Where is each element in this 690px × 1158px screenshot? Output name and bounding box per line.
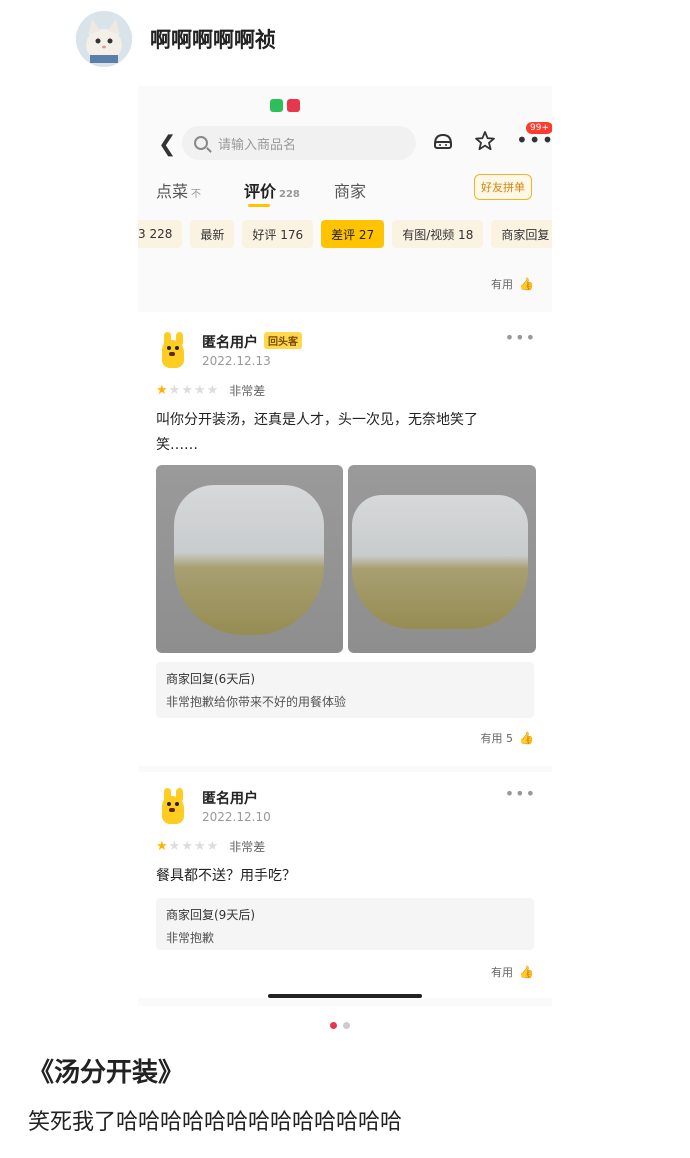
merchant-reply-title: 商家回复(6天后)	[166, 672, 255, 686]
tab-order[interactable]: 点菜不	[156, 178, 201, 202]
star-icon: ★	[193, 383, 206, 398]
notification-badge: 99+	[526, 122, 552, 134]
useful-button[interactable]: 有用 👍	[491, 964, 534, 980]
star-icon: ★	[156, 839, 168, 854]
kangaroo-avatar-icon	[156, 332, 190, 370]
review-card: 匿名用户 回头客 2022.12.13 ••• ★ ★ ★ ★ ★ 非常差 叫你分…	[138, 312, 552, 766]
rating-label: 非常差	[229, 384, 266, 398]
useful-label: 有用 5	[480, 732, 514, 745]
filter-all[interactable]: 3 228	[138, 220, 183, 248]
merchant-reply: 商家回复(9天后) 非常抱歉	[156, 898, 534, 950]
search-placeholder: 请输入商品名	[218, 137, 297, 153]
merchant-reply-title: 商家回复(9天后)	[166, 908, 255, 922]
star-icon: ★	[193, 839, 206, 854]
useful-label: 有用	[491, 966, 514, 979]
image-pagination	[330, 1022, 350, 1029]
star-icon: ★	[181, 839, 193, 854]
prev-useful-label: 有用	[491, 278, 514, 291]
search-input[interactable]: 请输入商品名	[182, 126, 416, 160]
review-date: 2022.12.10	[202, 810, 271, 824]
tab-order-label: 点菜	[156, 182, 189, 201]
back-icon[interactable]: ❮	[158, 132, 176, 157]
kangaroo-avatar-icon	[156, 788, 190, 826]
author-name[interactable]: 啊啊啊啊啊祯	[150, 24, 276, 54]
wechat-icon	[270, 99, 283, 112]
status-icons	[270, 99, 300, 112]
tab-merchant-label: 商家	[334, 182, 367, 201]
filter-with-photos[interactable]: 有图/视频 18	[392, 220, 484, 248]
thumbs-up-icon: 👍	[519, 965, 534, 979]
star-icon: ★	[206, 839, 219, 854]
review-more-icon[interactable]: •••	[505, 328, 536, 347]
star-icon: ★	[168, 839, 181, 854]
favorite-star-icon[interactable]	[474, 130, 496, 157]
review-date: 2022.12.13	[202, 354, 271, 368]
merchant-reply: 商家回复(6天后) 非常抱歉给你带来不好的用餐体验	[156, 662, 534, 718]
home-indicator	[268, 994, 422, 998]
post-header: 啊啊啊啊啊祯	[76, 10, 276, 68]
review-photo[interactable]	[156, 465, 343, 653]
review-card: 匿名用户 2022.12.10 ••• ★ ★ ★ ★ ★ 非常差 餐具都不送？…	[138, 772, 552, 998]
review-username[interactable]: 匿名用户	[202, 788, 258, 808]
useful-button[interactable]: 有用 5 👍	[481, 730, 534, 746]
review-username[interactable]: 匿名用户 回头客	[202, 332, 302, 352]
tab-reviews-count: 228	[279, 189, 300, 200]
app-notification-icon	[287, 99, 300, 112]
filter-merchant-reply[interactable]: 商家回复 2	[491, 220, 552, 248]
search-row: ❮ 请输入商品名 ••• 99+	[138, 122, 552, 164]
filter-positive[interactable]: 好评 176	[242, 220, 314, 248]
review-text-line: 笑……	[156, 437, 198, 453]
review-text: 叫你分开装汤，还真是人才，头一次见，无奈地笑了 笑……	[156, 408, 526, 458]
tab-order-sub: 不	[191, 189, 202, 200]
thumbs-up-icon: 👍	[519, 731, 534, 745]
app-screenshot: ❮ 请输入商品名 ••• 99+ 点菜不 评价 228 商家 好友拼单 3 228…	[138, 86, 552, 1006]
cat-avatar-icon	[76, 11, 132, 67]
thumbs-up-icon: 👍	[519, 277, 534, 291]
tab-reviews[interactable]: 评价 228	[244, 178, 300, 202]
active-tab-indicator	[248, 204, 270, 207]
review-username-text: 匿名用户	[202, 335, 258, 351]
customer-service-icon[interactable]	[432, 130, 454, 157]
page-dot[interactable]	[343, 1022, 350, 1029]
page-dot-active[interactable]	[330, 1022, 337, 1029]
search-icon	[194, 136, 208, 150]
returning-customer-badge: 回头客	[264, 332, 302, 349]
rating-label: 非常差	[229, 840, 266, 854]
review-photo[interactable]	[348, 465, 536, 653]
soup-bag-image	[174, 485, 324, 635]
star-icon: ★	[181, 383, 193, 398]
star-icon: ★	[168, 383, 181, 398]
star-rating: ★ ★ ★ ★ ★ 非常差	[156, 838, 265, 855]
star-rating: ★ ★ ★ ★ ★ 非常差	[156, 382, 265, 399]
author-avatar[interactable]	[76, 11, 132, 67]
review-text: 餐具都不送？用手吃？	[156, 868, 296, 884]
tab-merchant[interactable]: 商家	[334, 178, 366, 202]
merchant-reply-body: 非常抱歉给你带来不好的用餐体验	[166, 695, 347, 709]
prev-useful-button[interactable]: 有用 👍	[491, 276, 534, 292]
post-body: 笑死我了哈哈哈哈哈哈哈哈哈哈哈哈哈	[28, 1110, 403, 1135]
filter-negative[interactable]: 差评 27	[321, 220, 385, 248]
filter-latest[interactable]: 最新	[190, 220, 235, 248]
post-title: 《汤分开装》	[28, 1058, 185, 1088]
review-more-icon[interactable]: •••	[505, 784, 536, 803]
review-text-line: 叫你分开装汤，还真是人才，头一次见，无奈地笑了	[156, 412, 478, 428]
star-icon: ★	[206, 383, 219, 398]
star-icon: ★	[156, 383, 168, 398]
merchant-reply-body: 非常抱歉	[166, 931, 215, 945]
group-order-button[interactable]: 好友拼单	[474, 174, 532, 200]
tab-reviews-label: 评价	[244, 182, 277, 201]
soup-bag-image	[352, 495, 528, 629]
review-filter-bar: 3 228 最新 好评 176 差评 27 有图/视频 18 商家回复 2	[138, 220, 552, 250]
